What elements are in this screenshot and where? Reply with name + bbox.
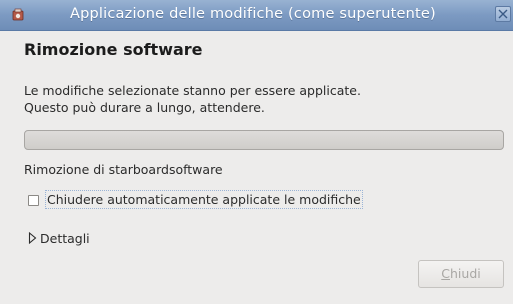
window-close-button[interactable] [495, 6, 511, 22]
details-label[interactable]: Dettagli [40, 231, 90, 246]
status-text: Rimozione di starboardsoftware [24, 162, 223, 177]
description-line-2: Questo può durare a lungo, attendere. [24, 100, 265, 115]
progress-bar [24, 130, 504, 150]
package-manager-icon[interactable] [10, 7, 26, 23]
triangle-right-icon[interactable] [28, 232, 37, 244]
close-button[interactable]: Chiudi [418, 260, 504, 288]
close-icon [498, 9, 508, 19]
close-button-mnemonic: C [441, 266, 450, 281]
close-button-label: hiudi [450, 266, 481, 281]
description-line-1: Le modifiche selezionate stanno per esse… [24, 83, 361, 98]
title-bar[interactable]: Applicazione delle modifiche (come super… [0, 0, 513, 31]
dialog-window: Applicazione delle modifiche (come super… [0, 0, 513, 304]
window-title: Applicazione delle modifiche (come super… [70, 6, 436, 22]
auto-close-checkbox-row[interactable]: Chiudere automaticamente applicate le mo… [24, 190, 394, 210]
auto-close-checkbox-label[interactable]: Chiudere automaticamente applicate le mo… [45, 190, 363, 209]
auto-close-checkbox[interactable] [28, 195, 39, 206]
dialog-heading: Rimozione software [24, 40, 203, 59]
